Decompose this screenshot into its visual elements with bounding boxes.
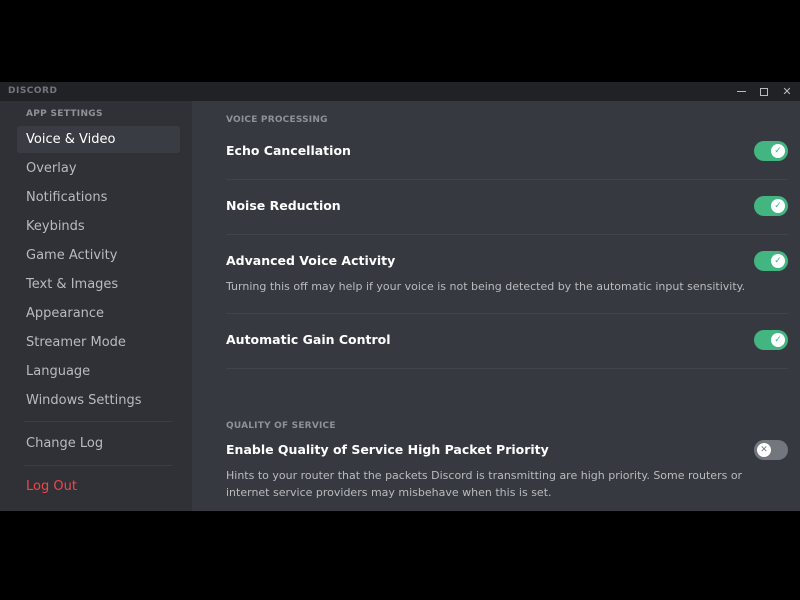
- sidebar-item-text-images[interactable]: Text & Images: [17, 271, 180, 298]
- sidebar-item-keybinds[interactable]: Keybinds: [17, 213, 180, 240]
- x-icon: ✕: [757, 443, 771, 457]
- minimize-button[interactable]: [730, 82, 752, 101]
- sidebar-item-appearance[interactable]: Appearance: [17, 300, 180, 327]
- divider: [226, 179, 788, 180]
- automatic-gain-control-toggle[interactable]: ✓: [754, 330, 788, 350]
- noise-reduction-label: Noise Reduction: [226, 198, 341, 213]
- sidebar-item-game-activity[interactable]: Game Activity: [17, 242, 180, 269]
- sidebar-item-log-out[interactable]: Log Out: [17, 473, 180, 500]
- section-title-quality-of-service: QUALITY OF SERVICE: [226, 421, 336, 431]
- divider: [226, 313, 788, 314]
- check-icon: ✓: [771, 333, 785, 347]
- divider: [226, 234, 788, 235]
- sidebar-item-language[interactable]: Language: [17, 358, 180, 385]
- sidebar-item-overlay[interactable]: Overlay: [17, 155, 180, 182]
- sidebar-item-change-log[interactable]: Change Log: [17, 430, 180, 457]
- maximize-icon: [760, 87, 768, 96]
- sidebar-item-notifications[interactable]: Notifications: [17, 184, 180, 211]
- advanced-voice-activity-description: Turning this off may help if your voice …: [226, 280, 746, 293]
- check-icon: ✓: [771, 254, 785, 268]
- echo-cancellation-toggle[interactable]: ✓: [754, 141, 788, 161]
- noise-reduction-toggle[interactable]: ✓: [754, 196, 788, 216]
- check-icon: ✓: [771, 199, 785, 213]
- echo-cancellation-label: Echo Cancellation: [226, 143, 351, 158]
- settings-sidebar: APP SETTINGS Voice & Video Overlay Notif…: [0, 101, 192, 511]
- close-icon: ✕: [782, 85, 792, 98]
- sidebar-item-voice-video[interactable]: Voice & Video: [17, 126, 180, 153]
- section-title-voice-processing: VOICE PROCESSING: [226, 115, 328, 125]
- discord-window: DISCORD ✕ APP SETTINGS Voice & Video Ove…: [0, 82, 800, 511]
- sidebar-divider: [24, 421, 172, 422]
- advanced-voice-activity-label: Advanced Voice Activity: [226, 253, 396, 268]
- divider: [226, 368, 788, 369]
- discord-logo: DISCORD: [8, 86, 58, 96]
- qos-high-packet-priority-toggle[interactable]: ✕: [754, 440, 788, 460]
- automatic-gain-control-label: Automatic Gain Control: [226, 332, 391, 347]
- qos-high-packet-priority-label: Enable Quality of Service High Packet Pr…: [226, 442, 549, 457]
- sidebar-item-streamer-mode[interactable]: Streamer Mode: [17, 329, 180, 356]
- close-button[interactable]: ✕: [776, 82, 798, 101]
- sidebar-header: APP SETTINGS: [26, 109, 103, 119]
- check-icon: ✓: [771, 144, 785, 158]
- qos-high-packet-priority-description: Hints to your router that the packets Di…: [226, 469, 743, 499]
- title-bar: DISCORD ✕: [0, 82, 800, 101]
- maximize-button[interactable]: [753, 82, 775, 101]
- sidebar-divider: [24, 465, 172, 466]
- settings-content: VOICE PROCESSING Echo Cancellation ✓ Noi…: [192, 101, 800, 511]
- advanced-voice-activity-toggle[interactable]: ✓: [754, 251, 788, 271]
- minimize-icon: [736, 91, 746, 92]
- sidebar-item-windows-settings[interactable]: Windows Settings: [17, 387, 180, 414]
